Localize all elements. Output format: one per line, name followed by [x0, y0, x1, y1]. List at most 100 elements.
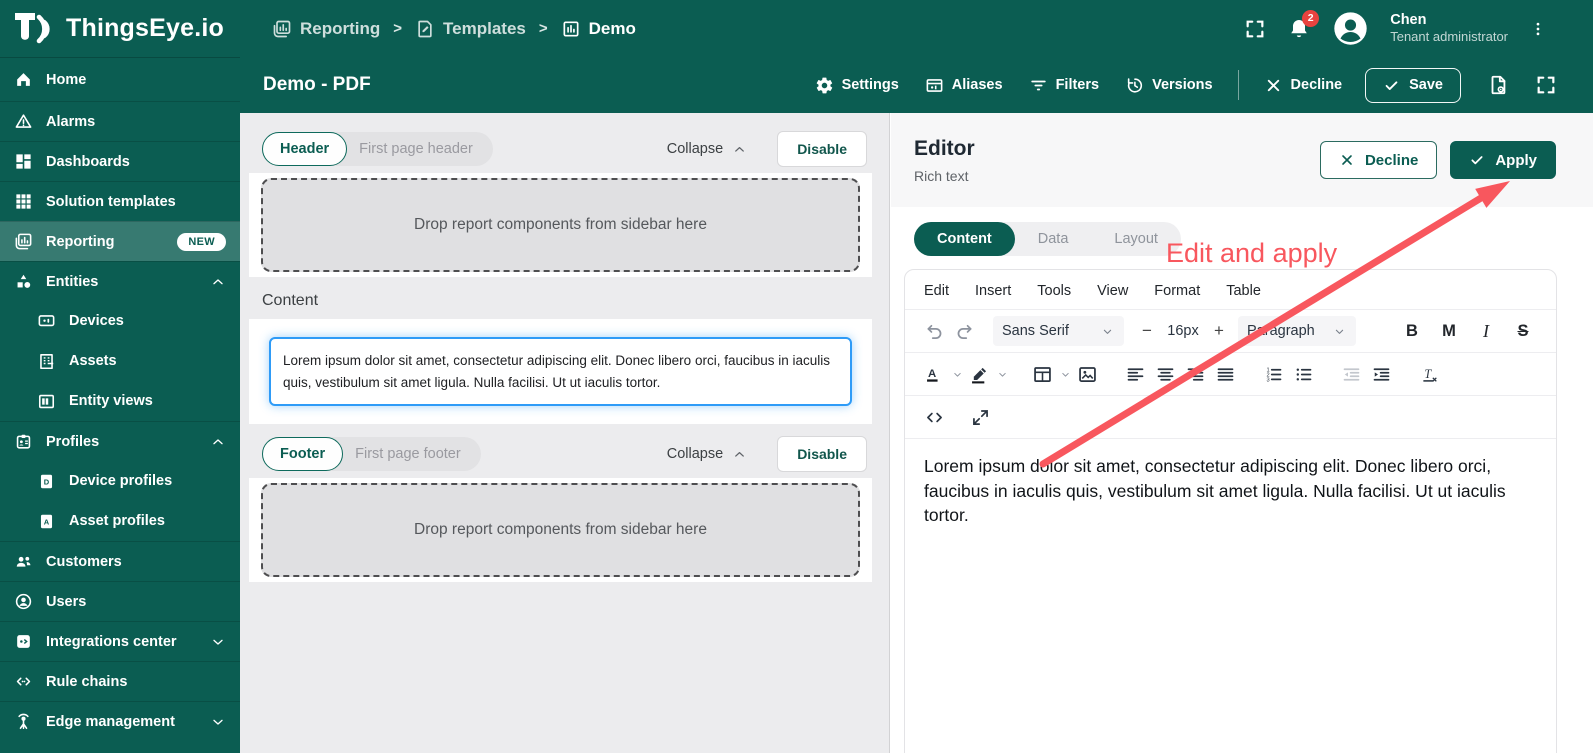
merge-field-button[interactable]: M: [1434, 316, 1464, 346]
breadcrumb-templates[interactable]: Templates: [415, 19, 526, 39]
sidebar-item-home[interactable]: Home: [0, 58, 240, 101]
svg-text:D: D: [44, 477, 50, 486]
indent-button[interactable]: [1366, 359, 1396, 389]
footer-dropzone[interactable]: Drop report components from sidebar here: [261, 483, 860, 577]
menu-insert[interactable]: Insert: [975, 283, 1011, 299]
sidebar-item-devices[interactable]: Devices: [0, 301, 240, 341]
sidebar-item-customers[interactable]: Customers: [0, 541, 240, 581]
clear-formatting-button[interactable]: T: [1414, 359, 1444, 389]
header-dropzone[interactable]: Drop report components from sidebar here: [261, 178, 860, 272]
breadcrumb-demo[interactable]: Demo: [561, 19, 636, 39]
footer-subtitle: First page footer: [355, 446, 461, 462]
text-color-button[interactable]: A: [919, 359, 964, 389]
undo-icon[interactable]: [919, 316, 949, 346]
filters-button[interactable]: Filters: [1018, 70, 1111, 101]
decline-button[interactable]: Decline: [1253, 70, 1354, 101]
chevron-up-icon: [210, 434, 226, 450]
sidebar-item-label: Edge management: [46, 714, 175, 730]
outdent-icon: [1336, 359, 1366, 389]
tab-content[interactable]: Content: [914, 222, 1015, 256]
versions-button[interactable]: Versions: [1114, 70, 1223, 101]
bold-button[interactable]: B: [1397, 316, 1427, 346]
menu-format[interactable]: Format: [1154, 283, 1200, 299]
save-label: Save: [1409, 77, 1443, 93]
align-right-button[interactable]: [1180, 359, 1210, 389]
menu-view[interactable]: View: [1097, 283, 1128, 299]
sidebar-item-alarms[interactable]: Alarms: [0, 101, 240, 141]
breadcrumb-reporting[interactable]: Reporting: [272, 19, 380, 39]
sidebar-item-entity-views[interactable]: Entity views: [0, 381, 240, 421]
decrease-font-icon[interactable]: −: [1134, 317, 1160, 345]
editor-decline-button[interactable]: Decline: [1320, 141, 1437, 179]
footer-collapse-button[interactable]: Collapse: [667, 446, 747, 462]
settings-button[interactable]: Settings: [804, 70, 910, 101]
notifications-button[interactable]: 2: [1287, 17, 1311, 41]
header-collapse-button[interactable]: Collapse: [667, 141, 747, 157]
rte-body[interactable]: Lorem ipsum dolor sit amet, consectetur …: [905, 438, 1556, 678]
sidebar-item-device-profiles[interactable]: DDevice profiles: [0, 461, 240, 501]
notification-badge: 2: [1302, 10, 1319, 27]
fullscreen-icon[interactable]: [1535, 74, 1557, 96]
footer-disable-button[interactable]: Disable: [777, 436, 867, 472]
ordered-list-button[interactable]: 123: [1258, 359, 1288, 389]
sidebar-item-users[interactable]: Users: [0, 581, 240, 621]
sidebar-item-dashboards[interactable]: Dashboards: [0, 141, 240, 181]
outdent-button[interactable]: [1336, 359, 1366, 389]
fullscreen-icon[interactable]: [1244, 18, 1266, 40]
tab-data[interactable]: Data: [1015, 222, 1092, 256]
export-file-icon[interactable]: [1487, 74, 1509, 96]
align-center-button[interactable]: [1150, 359, 1180, 389]
highlight-color-button[interactable]: [964, 359, 1009, 389]
image-button[interactable]: [1072, 359, 1102, 389]
sidebar-item-edge-management[interactable]: Edge management: [0, 701, 240, 741]
header-disable-button[interactable]: Disable: [777, 131, 867, 167]
sidebar-item-solution-templates[interactable]: Solution templates: [0, 181, 240, 221]
sidebar-item-label: Assets: [69, 353, 117, 369]
brand-logo[interactable]: ThingsEye.io: [0, 11, 240, 47]
font-size-value[interactable]: 16px: [1160, 323, 1206, 339]
sidebar-item-label: Entity views: [69, 393, 153, 409]
avatar[interactable]: [1332, 10, 1369, 47]
save-button[interactable]: Save: [1365, 68, 1461, 103]
align-left-button[interactable]: [1120, 359, 1150, 389]
check-icon: [1383, 77, 1400, 94]
customers-icon: [14, 552, 33, 571]
redo-icon[interactable]: [949, 316, 979, 346]
aliases-button[interactable]: Aliases: [914, 70, 1014, 101]
header-badge[interactable]: Header: [262, 132, 347, 166]
content-page-strip: Lorem ipsum dolor sit amet, consectetur …: [249, 319, 872, 424]
editor-apply-button[interactable]: Apply: [1450, 141, 1556, 179]
brand-name: ThingsEye.io: [66, 14, 224, 43]
sidebar-item-rule-chains[interactable]: Rule chains: [0, 661, 240, 701]
footer-section-toggle[interactable]: Footer First page footer: [262, 437, 481, 471]
menu-table[interactable]: Table: [1226, 283, 1261, 299]
menu-tools[interactable]: Tools: [1037, 283, 1071, 299]
kebab-menu-icon[interactable]: [1529, 18, 1547, 40]
sidebar-item-asset-profiles[interactable]: AAsset profiles: [0, 501, 240, 541]
increase-font-icon[interactable]: +: [1206, 317, 1232, 345]
align-justify-button[interactable]: [1210, 359, 1240, 389]
content-text-field[interactable]: Lorem ipsum dolor sit amet, consectetur …: [269, 337, 852, 406]
edge-icon: [14, 712, 33, 731]
sidebar-item-profiles[interactable]: Profiles: [0, 421, 240, 461]
bullet-list-button[interactable]: [1288, 359, 1318, 389]
sidebar-item-reporting[interactable]: ReportingNEW: [0, 221, 240, 261]
table-button[interactable]: [1027, 359, 1072, 389]
sidebar-item-assets[interactable]: Assets: [0, 341, 240, 381]
font-family-select[interactable]: Sans Serif: [993, 316, 1124, 346]
integrations-icon: [14, 632, 33, 651]
italic-button[interactable]: I: [1471, 316, 1501, 346]
dashboards-icon: [14, 152, 33, 171]
header-section-toggle[interactable]: Header First page header: [262, 132, 493, 166]
sidebar-item-integrations-center[interactable]: Integrations center: [0, 621, 240, 661]
menu-edit[interactable]: Edit: [924, 283, 949, 299]
ordered-list-icon: 123: [1258, 359, 1288, 389]
tab-layout[interactable]: Layout: [1091, 222, 1181, 256]
block-format-select[interactable]: Paragraph: [1238, 316, 1356, 346]
strikethrough-button[interactable]: S: [1508, 316, 1538, 346]
footer-badge[interactable]: Footer: [262, 437, 343, 471]
user-info[interactable]: Chen Tenant administrator: [1390, 11, 1508, 45]
code-button[interactable]: [919, 402, 949, 432]
fullscreen-button[interactable]: [965, 402, 995, 432]
sidebar-item-entities[interactable]: Entities: [0, 261, 240, 301]
